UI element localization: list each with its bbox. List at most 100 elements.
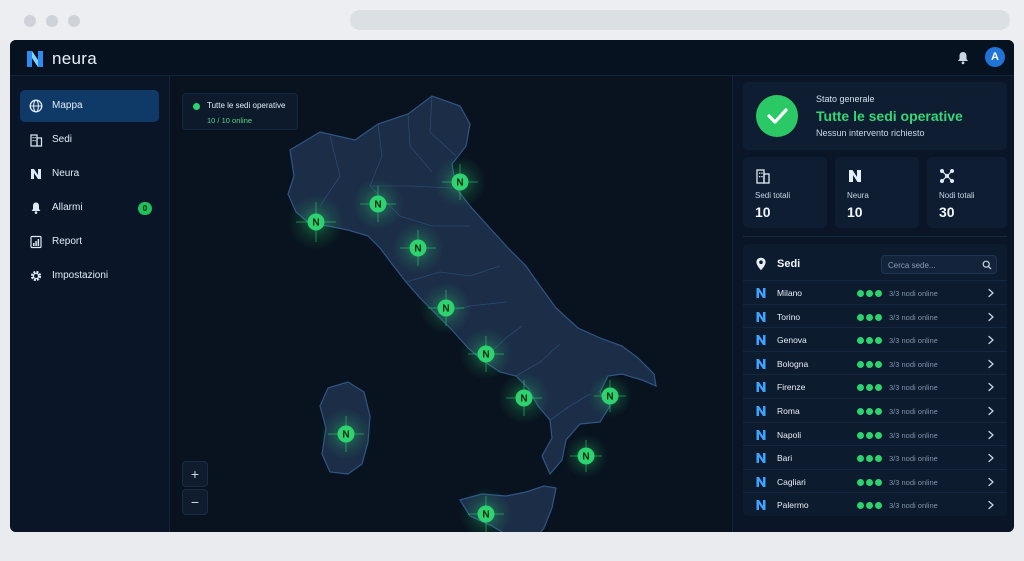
svg-text:N: N: [582, 452, 589, 463]
node-online-dot: [866, 290, 873, 297]
neura-logo-icon: [756, 429, 766, 440]
search-box[interactable]: [881, 255, 997, 274]
window-dot-icon[interactable]: [46, 15, 58, 27]
node-status-dots: [857, 502, 883, 510]
node-online-dot: [857, 502, 864, 510]
stat-label: Sedi totali: [755, 191, 791, 200]
search-icon[interactable]: [982, 260, 992, 270]
table-row[interactable]: Roma 3/3 nodi online: [743, 398, 1007, 422]
node-online-dot: [875, 384, 882, 392]
bell-icon[interactable]: [955, 50, 971, 66]
site-marker-cagliari[interactable]: N: [320, 408, 372, 460]
row-status: 3/3 nodi online: [889, 336, 938, 346]
svg-text:N: N: [456, 178, 463, 189]
chevron-right-icon[interactable]: [987, 430, 995, 440]
window-dot-icon[interactable]: [24, 15, 36, 27]
sidebar-item-report[interactable]: Report: [20, 226, 159, 258]
table-row[interactable]: Milano 3/3 nodi online: [743, 280, 1007, 304]
site-marker-bari[interactable]: N: [588, 374, 632, 418]
node-online-dot: [857, 290, 864, 297]
neura-logo-icon: [849, 170, 861, 182]
row-status: 3/3 nodi online: [889, 407, 938, 416]
table-row[interactable]: Cagliari 3/3 nodi online: [743, 468, 1007, 493]
chevron-right-icon[interactable]: [987, 500, 995, 510]
site-marker-bologna[interactable]: N: [392, 222, 444, 274]
table-row[interactable]: Bologna 3/3 nodi online: [743, 350, 1007, 375]
window-dot-icon[interactable]: [68, 15, 80, 27]
node-online-dot: [857, 384, 864, 392]
italy-map[interactable]: N N N N N N N N N N N: [170, 76, 732, 532]
zoom-out-button[interactable]: −: [182, 489, 208, 515]
general-status-subtitle: Nessun intervento richiesto: [816, 128, 925, 138]
chevron-right-icon[interactable]: [987, 288, 995, 298]
row-site-name: Bari: [777, 453, 793, 464]
sidebar-item-sedi[interactable]: Sedi: [20, 124, 159, 156]
row-site-name: Firenze: [777, 382, 806, 393]
site-marker-napoli[interactable]: N: [498, 372, 550, 424]
site-marker-torino[interactable]: N: [288, 194, 344, 250]
table-row[interactable]: Firenze 3/3 nodi online: [743, 374, 1007, 398]
row-site-name: Napoli: [777, 429, 802, 440]
general-status-label: Stato generale: [816, 94, 875, 104]
sidebar-item-label: Mappa: [52, 100, 83, 111]
node-status-dots: [857, 313, 883, 321]
sidebar-item-neura[interactable]: Neura: [20, 158, 159, 190]
sidebar-item-mappa[interactable]: Mappa: [20, 90, 159, 122]
address-bar[interactable]: [350, 10, 1010, 30]
neura-logo-icon: [756, 453, 766, 464]
sidebar: Mappa Sedi Neura Allarmi 0 Report Impost…: [10, 76, 170, 532]
node-online-dot: [866, 384, 873, 392]
row-site-name: Palermo: [777, 500, 809, 511]
node-online-dot: [857, 337, 864, 345]
table-row[interactable]: Torino 3/3 nodi online: [743, 303, 1007, 328]
table-row[interactable]: Palermo 3/3 nodi online: [743, 492, 1007, 516]
chevron-right-icon[interactable]: [987, 382, 995, 392]
svg-text:N: N: [442, 304, 449, 315]
chevron-right-icon[interactable]: [987, 406, 995, 416]
search-input[interactable]: [888, 258, 976, 272]
map-pin-icon: [756, 257, 766, 271]
node-online-dot: [857, 360, 864, 368]
stat-nodi-totali: Nodi totali 30: [927, 157, 1007, 228]
neura-logo-icon: [756, 382, 766, 393]
site-marker-firenze[interactable]: N: [420, 282, 472, 334]
chevron-right-icon[interactable]: [987, 477, 995, 487]
node-status-dots: [857, 384, 883, 392]
zoom-in-button[interactable]: +: [182, 461, 208, 487]
stat-label: Nodi totali: [939, 191, 975, 200]
table-row[interactable]: Bari 3/3 nodi online: [743, 445, 1007, 469]
row-status: 3/3 nodi online: [889, 289, 938, 298]
stat-value: 10: [755, 204, 771, 220]
sidebar-item-allarmi[interactable]: Allarmi 0: [20, 192, 159, 224]
node-online-dot: [866, 455, 873, 463]
chevron-right-icon[interactable]: [987, 359, 995, 369]
site-marker-reggio[interactable]: N: [564, 434, 608, 478]
row-status: 3/3 nodi online: [889, 312, 938, 322]
node-online-dot: [875, 502, 882, 510]
row-site-name: Roma: [777, 406, 800, 416]
svg-text:N: N: [374, 200, 381, 211]
sidebar-item-impostazioni[interactable]: Impostazioni: [20, 260, 159, 292]
chevron-right-icon[interactable]: [987, 312, 995, 322]
table-row[interactable]: Napoli 3/3 nodi online: [743, 421, 1007, 446]
node-online-dot: [866, 360, 873, 368]
node-online-dot: [875, 478, 882, 486]
node-online-dot: [857, 431, 864, 439]
divider: [743, 236, 1007, 237]
chevron-right-icon[interactable]: [987, 453, 995, 463]
site-marker-roma[interactable]: N: [460, 328, 512, 380]
table-row[interactable]: Genova 3/3 nodi online: [743, 327, 1007, 351]
site-marker-venezia[interactable]: N: [434, 156, 486, 208]
node-status-dots: [857, 455, 883, 463]
site-marker-palermo[interactable]: N: [460, 488, 512, 532]
site-marker-milano[interactable]: N: [352, 178, 404, 230]
browser-chrome: [0, 0, 1024, 40]
stat-label: Neura: [847, 191, 869, 200]
building-icon: [756, 169, 770, 184]
avatar[interactable]: A: [985, 47, 1005, 67]
row-site-name: Bologna: [777, 358, 809, 369]
stat-value: 10: [847, 204, 863, 220]
chevron-right-icon[interactable]: [987, 335, 995, 345]
map-view[interactable]: N N N N N N N N N N N Tutte le sedi oper…: [170, 76, 732, 532]
node-status-dots: [857, 337, 883, 345]
